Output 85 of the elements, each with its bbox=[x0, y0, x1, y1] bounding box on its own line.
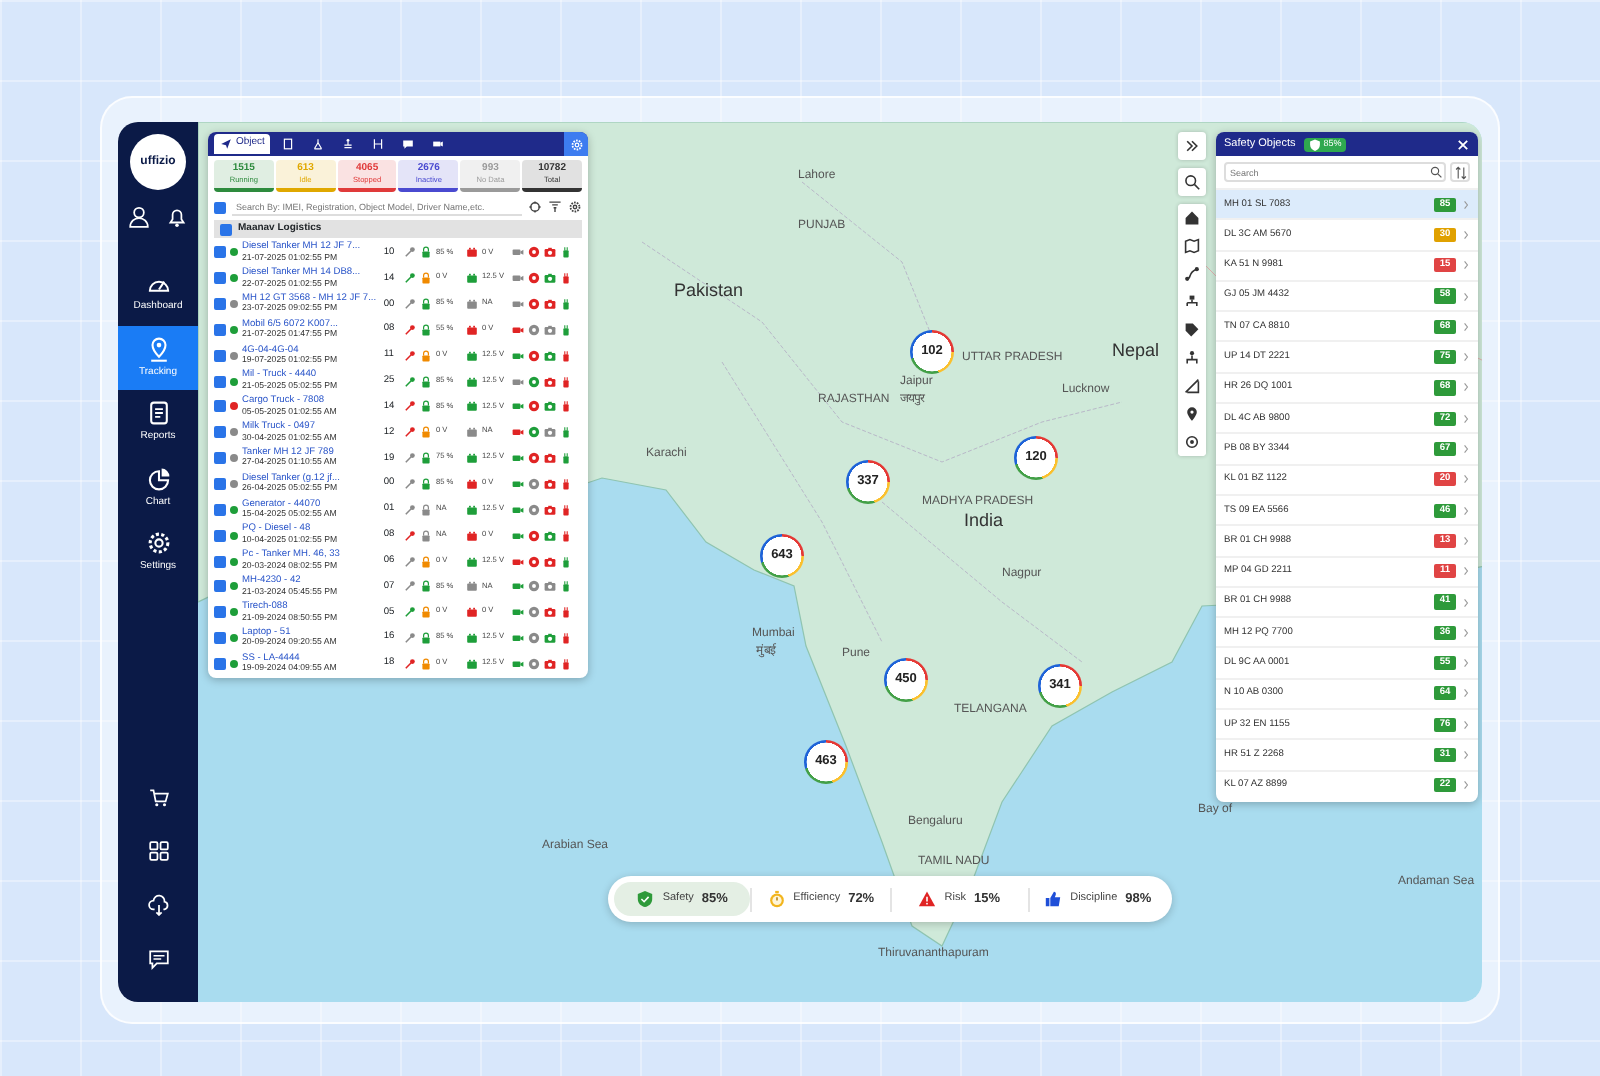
video-camera-icon bbox=[432, 138, 445, 150]
map-label: India bbox=[964, 508, 1004, 534]
chat-icon[interactable] bbox=[147, 948, 169, 970]
chevron-icon bbox=[1462, 535, 1470, 546]
chevron-icon bbox=[1462, 260, 1470, 271]
checkbox[interactable] bbox=[214, 632, 226, 645]
ruler-icon bbox=[1184, 378, 1200, 394]
collapse-button[interactable] bbox=[1178, 132, 1206, 160]
thumbs-up-icon bbox=[1044, 890, 1063, 908]
search-button[interactable] bbox=[1178, 168, 1206, 196]
shield-check-icon bbox=[636, 890, 655, 908]
sort-button[interactable] bbox=[1450, 162, 1470, 182]
house-icon bbox=[1184, 210, 1200, 226]
checkbox[interactable] bbox=[214, 400, 226, 413]
route-icon bbox=[1184, 266, 1200, 282]
search-icon bbox=[1430, 166, 1442, 178]
chevron-icon bbox=[1462, 321, 1470, 332]
map-icon bbox=[1184, 238, 1200, 254]
checkbox[interactable] bbox=[214, 478, 226, 491]
warning-icon bbox=[918, 890, 937, 908]
location-pin-icon bbox=[1184, 406, 1200, 422]
chevron-icon bbox=[1462, 229, 1470, 240]
chevron-icon bbox=[1462, 291, 1470, 302]
message-icon bbox=[402, 138, 415, 150]
checkbox[interactable] bbox=[214, 580, 226, 593]
chevron-icon bbox=[1462, 352, 1470, 363]
clipboard-icon bbox=[282, 138, 295, 150]
checkbox[interactable] bbox=[214, 426, 226, 439]
shield-icon bbox=[1307, 137, 1322, 151]
chevron-icon bbox=[1462, 505, 1470, 516]
checkbox[interactable] bbox=[214, 375, 226, 388]
tag-icon bbox=[1184, 322, 1200, 338]
map-label: Pakistan bbox=[674, 278, 744, 304]
checkbox[interactable] bbox=[214, 323, 226, 336]
checkbox[interactable] bbox=[214, 555, 226, 568]
chevron-icon bbox=[1462, 658, 1470, 669]
checkbox[interactable] bbox=[214, 452, 226, 465]
sort-icon bbox=[1453, 165, 1467, 179]
chevron-icon bbox=[1462, 688, 1470, 699]
chevron-icon bbox=[1462, 382, 1470, 393]
grid-icon[interactable] bbox=[147, 840, 169, 862]
settings-icon bbox=[569, 137, 583, 151]
double-chevron-icon bbox=[1184, 138, 1200, 154]
map-tool-button[interactable] bbox=[1178, 428, 1206, 456]
checkbox[interactable] bbox=[214, 201, 226, 213]
chevron-icon bbox=[1462, 566, 1470, 577]
navigation-arrow-icon bbox=[220, 138, 232, 150]
search-icon bbox=[1184, 174, 1200, 190]
settings-icon bbox=[145, 530, 171, 556]
target-icon[interactable] bbox=[528, 200, 542, 214]
filter-icon[interactable] bbox=[548, 200, 562, 214]
checkbox[interactable] bbox=[214, 298, 226, 311]
chevron-icon bbox=[1462, 474, 1470, 485]
target-icon bbox=[1184, 434, 1200, 450]
chevron-icon bbox=[1462, 719, 1470, 730]
checkbox[interactable] bbox=[214, 246, 226, 259]
pie-chart-icon bbox=[145, 465, 171, 491]
cloud-download-icon[interactable] bbox=[147, 894, 169, 916]
close-icon bbox=[1456, 137, 1470, 151]
map-label: Nepal bbox=[1112, 338, 1160, 364]
chevron-icon bbox=[1462, 413, 1470, 424]
chevron-icon bbox=[1462, 444, 1470, 455]
document-icon bbox=[145, 400, 171, 426]
chevron-icon bbox=[1462, 597, 1470, 607]
bell-icon[interactable] bbox=[166, 206, 188, 228]
cart-icon[interactable] bbox=[147, 786, 169, 808]
settings-icon[interactable] bbox=[568, 200, 582, 214]
chevron-icon bbox=[1462, 780, 1470, 791]
checkbox[interactable] bbox=[214, 272, 226, 285]
map-tool-button[interactable] bbox=[1178, 204, 1206, 232]
chevron-icon bbox=[1462, 749, 1470, 760]
settings-button[interactable] bbox=[564, 132, 588, 156]
chevron-icon bbox=[1462, 627, 1470, 638]
checkbox[interactable] bbox=[214, 606, 226, 619]
chevron-icon bbox=[1462, 199, 1470, 210]
user-icon[interactable] bbox=[128, 206, 150, 228]
checkbox[interactable] bbox=[220, 223, 232, 235]
person-tree-icon bbox=[1184, 350, 1200, 366]
checkbox[interactable] bbox=[214, 349, 226, 362]
stopwatch-icon bbox=[767, 890, 786, 908]
checkbox[interactable] bbox=[214, 503, 226, 516]
location-pin-icon bbox=[145, 335, 171, 361]
checkbox[interactable] bbox=[214, 529, 226, 542]
checkbox[interactable] bbox=[214, 657, 226, 670]
close-button[interactable] bbox=[1456, 137, 1470, 151]
